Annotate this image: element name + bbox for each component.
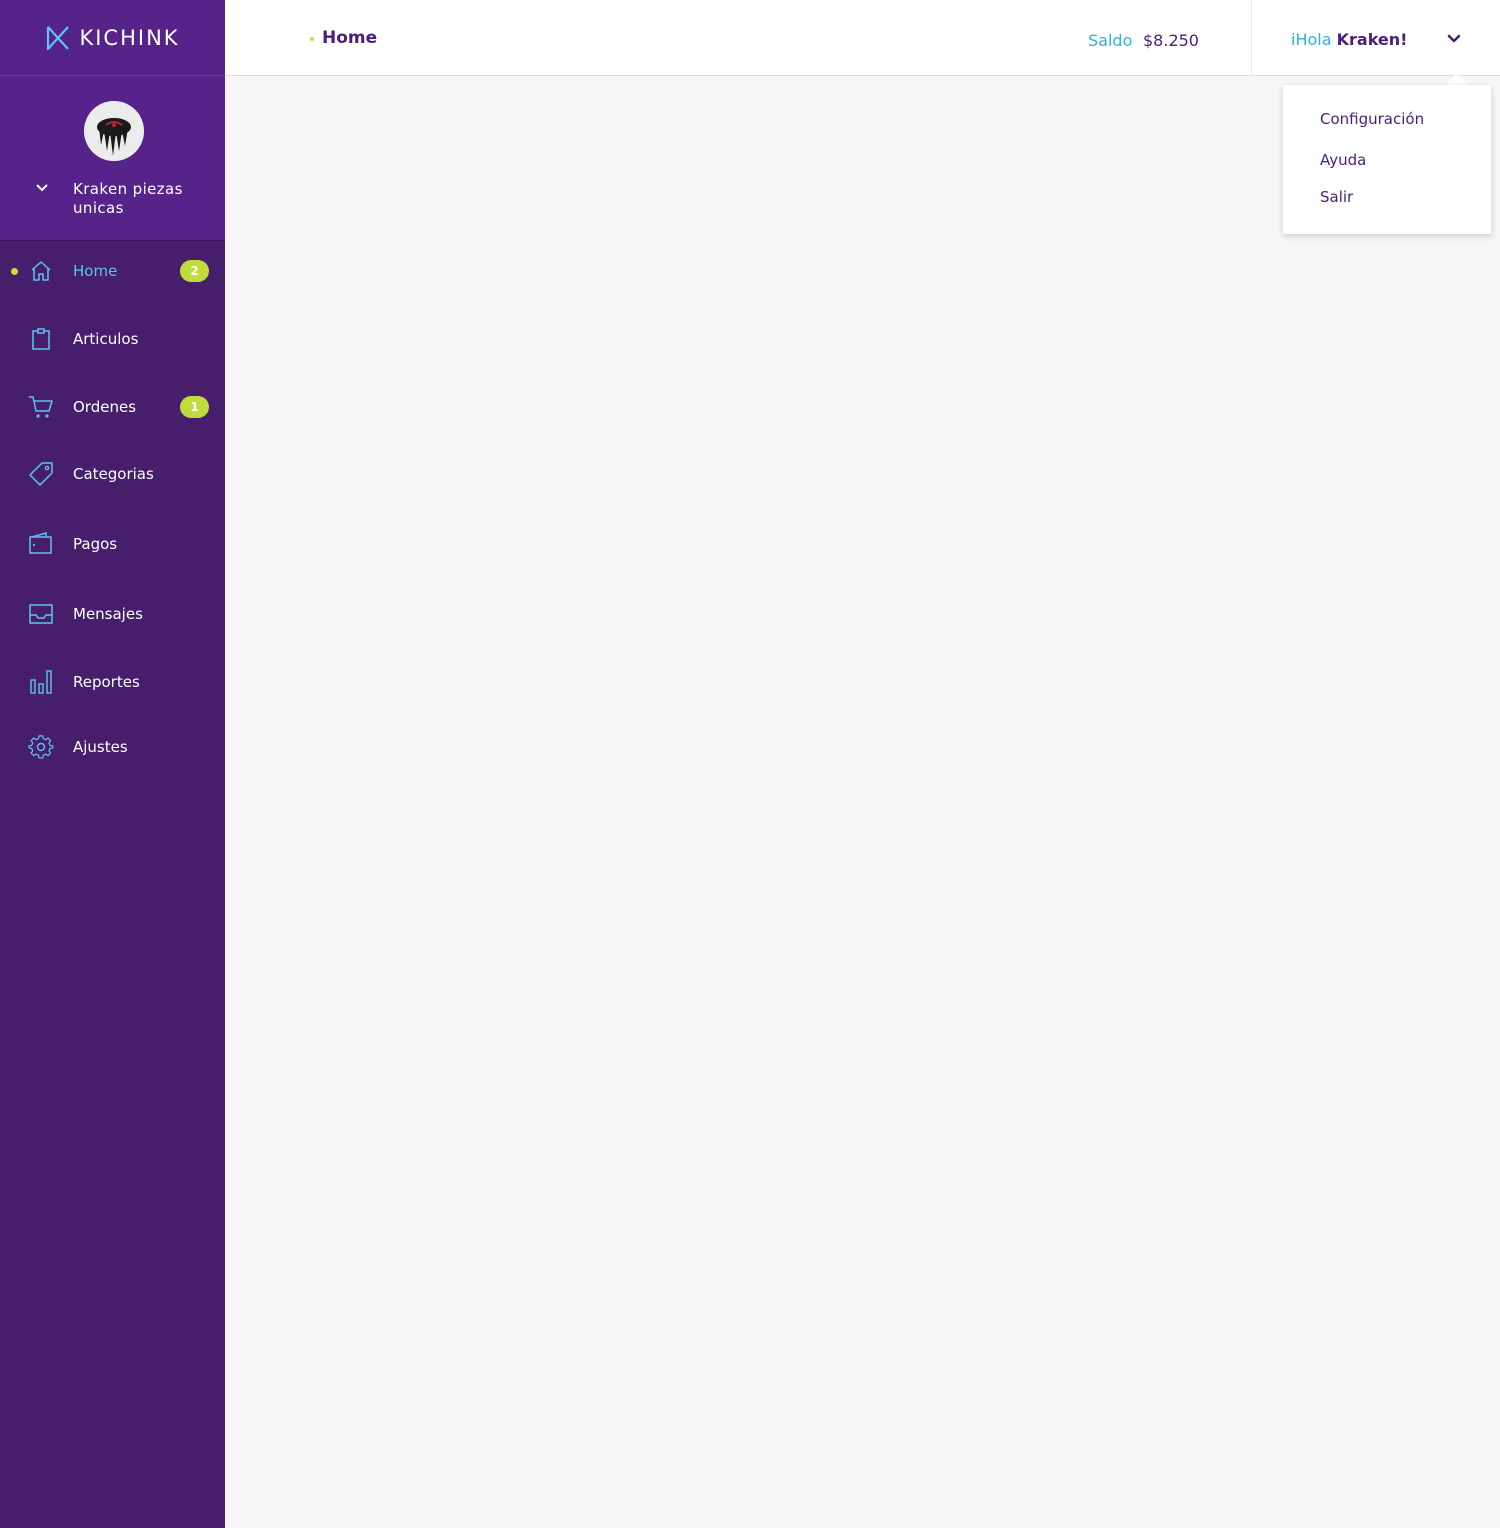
main-content: [225, 77, 1500, 1528]
sidebar-item-label: Ajustes: [73, 738, 128, 756]
sidebar-item-mensajes[interactable]: Mensajes: [0, 601, 225, 627]
avatar[interactable]: [84, 101, 144, 161]
inbox-icon: [28, 601, 54, 627]
top-header: Home Saldo $8.250 iHola Kraken!: [225, 0, 1500, 76]
notification-badge: 1: [180, 396, 209, 418]
greeting-text: iHola: [1291, 30, 1332, 49]
chevron-down-icon[interactable]: [34, 180, 50, 196]
tag-icon: [28, 461, 54, 487]
sidebar-item-categorias[interactable]: Categorias: [0, 461, 225, 487]
sidebar-item-label: Home: [73, 262, 118, 280]
clipboard-icon: [28, 326, 54, 352]
balance-value: $8.250: [1143, 31, 1199, 50]
cart-icon: [28, 394, 54, 420]
gear-icon: [28, 734, 54, 760]
sidebar-item-ajustes[interactable]: Ajustes: [0, 734, 225, 760]
chevron-down-icon[interactable]: [1445, 30, 1463, 48]
balance-label: Saldo: [1088, 31, 1133, 50]
sidebar-item-label: Ordenes: [73, 398, 137, 416]
sidebar-item-label: Mensajes: [73, 605, 143, 623]
brand-name: KICHINK: [79, 25, 180, 50]
breadcrumb: Home: [322, 28, 378, 48]
sidebar-item-pagos[interactable]: Pagos: [0, 531, 225, 557]
sidebar-item-label: Reportes: [73, 673, 140, 691]
store-profile: Kraken piezas unicas: [0, 76, 225, 241]
sidebar-item-reportes[interactable]: Reportes: [0, 669, 225, 695]
sidebar-item-ordenes[interactable]: Ordenes 1: [0, 394, 225, 420]
sidebar: KICHINK Kraken piezas unicas Home 2 Arti…: [0, 0, 225, 1528]
kichink-logo-icon: [47, 25, 70, 50]
wallet-icon: [28, 531, 54, 557]
active-indicator: [11, 267, 18, 275]
brand-header[interactable]: KICHINK: [0, 0, 225, 76]
store-name: Kraken piezas unicas: [73, 180, 183, 217]
home-icon: [28, 258, 54, 284]
header-divider: [1251, 0, 1252, 76]
bar-chart-icon: [28, 669, 54, 695]
sidebar-item-home[interactable]: Home 2: [0, 258, 225, 284]
sidebar-item-articulos[interactable]: Articulos: [0, 326, 225, 352]
notification-badge: 2: [180, 260, 209, 282]
sidebar-item-label: Categorias: [73, 465, 154, 483]
sidebar-item-label: Pagos: [73, 535, 118, 553]
app-root: KICHINK Kraken piezas unicas Home 2 Arti…: [0, 0, 1500, 1528]
user-name: Kraken!: [1336, 30, 1408, 49]
kraken-avatar-icon: [84, 101, 144, 161]
breadcrumb-dot: [310, 37, 314, 41]
user-greeting[interactable]: iHola Kraken!: [1291, 30, 1407, 49]
sidebar-item-label: Articulos: [73, 330, 139, 348]
